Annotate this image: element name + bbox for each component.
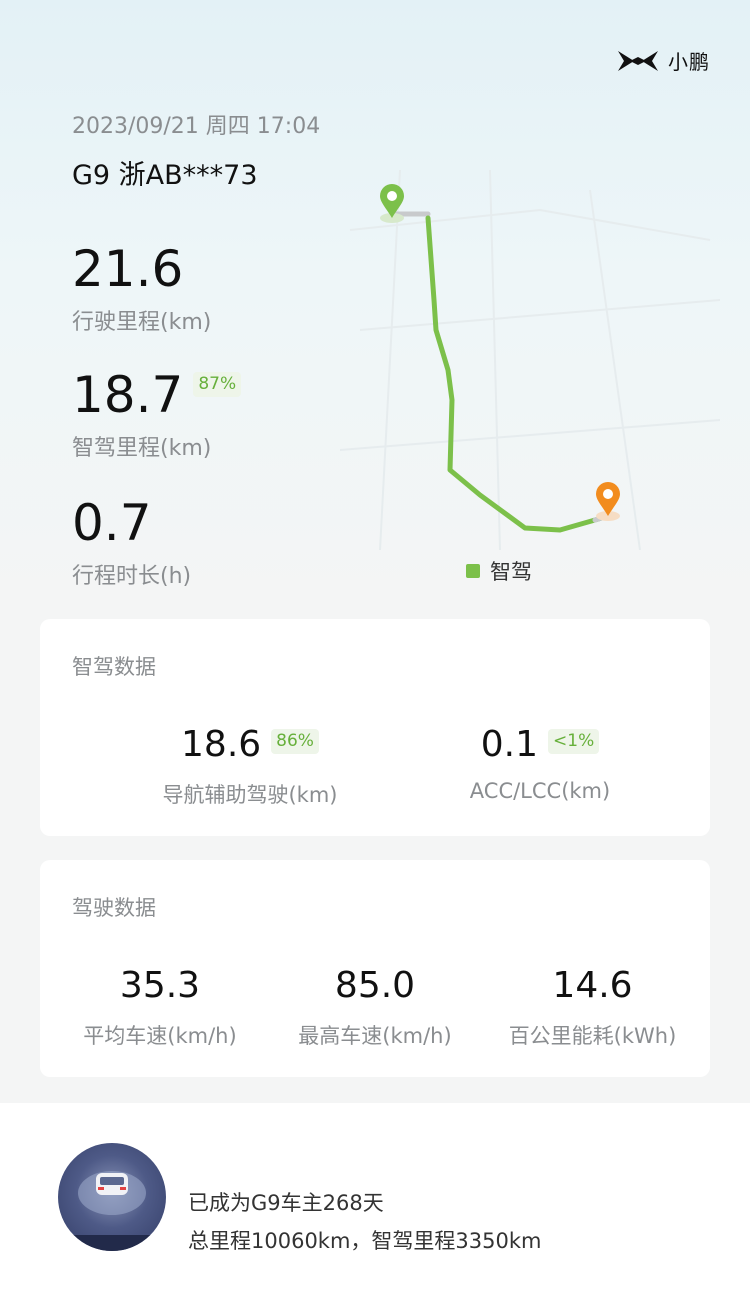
acc-lcc-label: ACC/LCC(km) bbox=[469, 779, 611, 803]
driving-data-card: 驾驶数据 35.3 平均车速(km/h) 85.0 最高车速(km/h) 14.… bbox=[40, 860, 710, 1077]
smart-drive-label: 智驾里程(km) bbox=[72, 436, 212, 461]
max-speed-value: 85.0 bbox=[334, 965, 416, 1006]
nav-assist-percent-badge: 86% bbox=[271, 729, 319, 754]
duration-stat: 0.7 行程时长(h) bbox=[72, 498, 191, 590]
brand-logo: 小鹏 bbox=[616, 46, 710, 75]
smart-drive-card-title: 智驾数据 bbox=[72, 655, 156, 679]
smart-drive-value: 18.7 bbox=[72, 366, 184, 424]
duration-value: 0.7 bbox=[72, 494, 152, 552]
acc-lcc-metric: 0.1 <1% ACC/LCC(km) bbox=[430, 724, 650, 804]
legend-label: 智驾 bbox=[490, 560, 532, 584]
nav-assist-metric: 18.6 86% 导航辅助驾驶(km) bbox=[120, 727, 380, 809]
distance-stat: 21.6 行驶里程(km) bbox=[72, 244, 211, 336]
energy-value: 14.6 bbox=[552, 965, 633, 1006]
avg-speed-metric: 35.3 平均车速(km/h) bbox=[60, 968, 260, 1050]
energy-label: 百公里能耗(kWh) bbox=[508, 1024, 677, 1048]
route-map[interactable] bbox=[340, 170, 720, 550]
owner-section: 已成为G9车主268天 总里程10060km，智驾里程3350km bbox=[0, 1103, 750, 1291]
max-speed-metric: 85.0 最高车速(km/h) bbox=[275, 968, 475, 1050]
duration-label: 行程时长(h) bbox=[72, 564, 192, 589]
owner-totals-text: 总里程10060km，智驾里程3350km bbox=[188, 1229, 542, 1253]
smart-drive-stat: 18.7 87% 智驾里程(km) bbox=[72, 366, 242, 462]
legend-swatch bbox=[466, 564, 480, 578]
energy-metric: 14.6 百公里能耗(kWh) bbox=[490, 968, 695, 1050]
car-avatar-icon bbox=[58, 1171, 166, 1251]
end-pin-icon bbox=[596, 482, 620, 521]
avatar[interactable] bbox=[58, 1143, 166, 1251]
driving-card-title: 驾驶数据 bbox=[72, 896, 156, 920]
distance-label: 行驶里程(km) bbox=[72, 310, 212, 335]
vehicle-plate: G9 浙AB***73 bbox=[72, 160, 258, 191]
route-smart-drive-path bbox=[425, 215, 611, 533]
nav-assist-value: 18.6 bbox=[181, 724, 262, 765]
smart-drive-card: 智驾数据 18.6 86% 导航辅助驾驶(km) 0.1 <1% ACC/LCC… bbox=[40, 619, 710, 836]
acc-lcc-percent-badge: <1% bbox=[548, 729, 600, 754]
trip-datetime: 2023/09/21 周四 17:04 bbox=[72, 114, 321, 139]
owner-days-text: 已成为G9车主268天 bbox=[188, 1191, 384, 1215]
map-legend: 智驾 bbox=[466, 556, 532, 586]
avg-speed-label: 平均车速(km/h) bbox=[83, 1024, 237, 1048]
avg-speed-value: 35.3 bbox=[119, 965, 201, 1006]
smart-drive-percent-badge: 87% bbox=[193, 372, 242, 397]
xpeng-x-icon bbox=[618, 50, 658, 71]
max-speed-label: 最高车速(km/h) bbox=[298, 1024, 452, 1048]
map-roads bbox=[340, 170, 720, 550]
start-pin-icon bbox=[380, 184, 404, 223]
nav-assist-label: 导航辅助驾驶(km) bbox=[162, 783, 338, 807]
brand-name: 小鹏 bbox=[668, 50, 710, 74]
distance-value: 21.6 bbox=[72, 240, 184, 298]
acc-lcc-value: 0.1 bbox=[480, 724, 539, 765]
